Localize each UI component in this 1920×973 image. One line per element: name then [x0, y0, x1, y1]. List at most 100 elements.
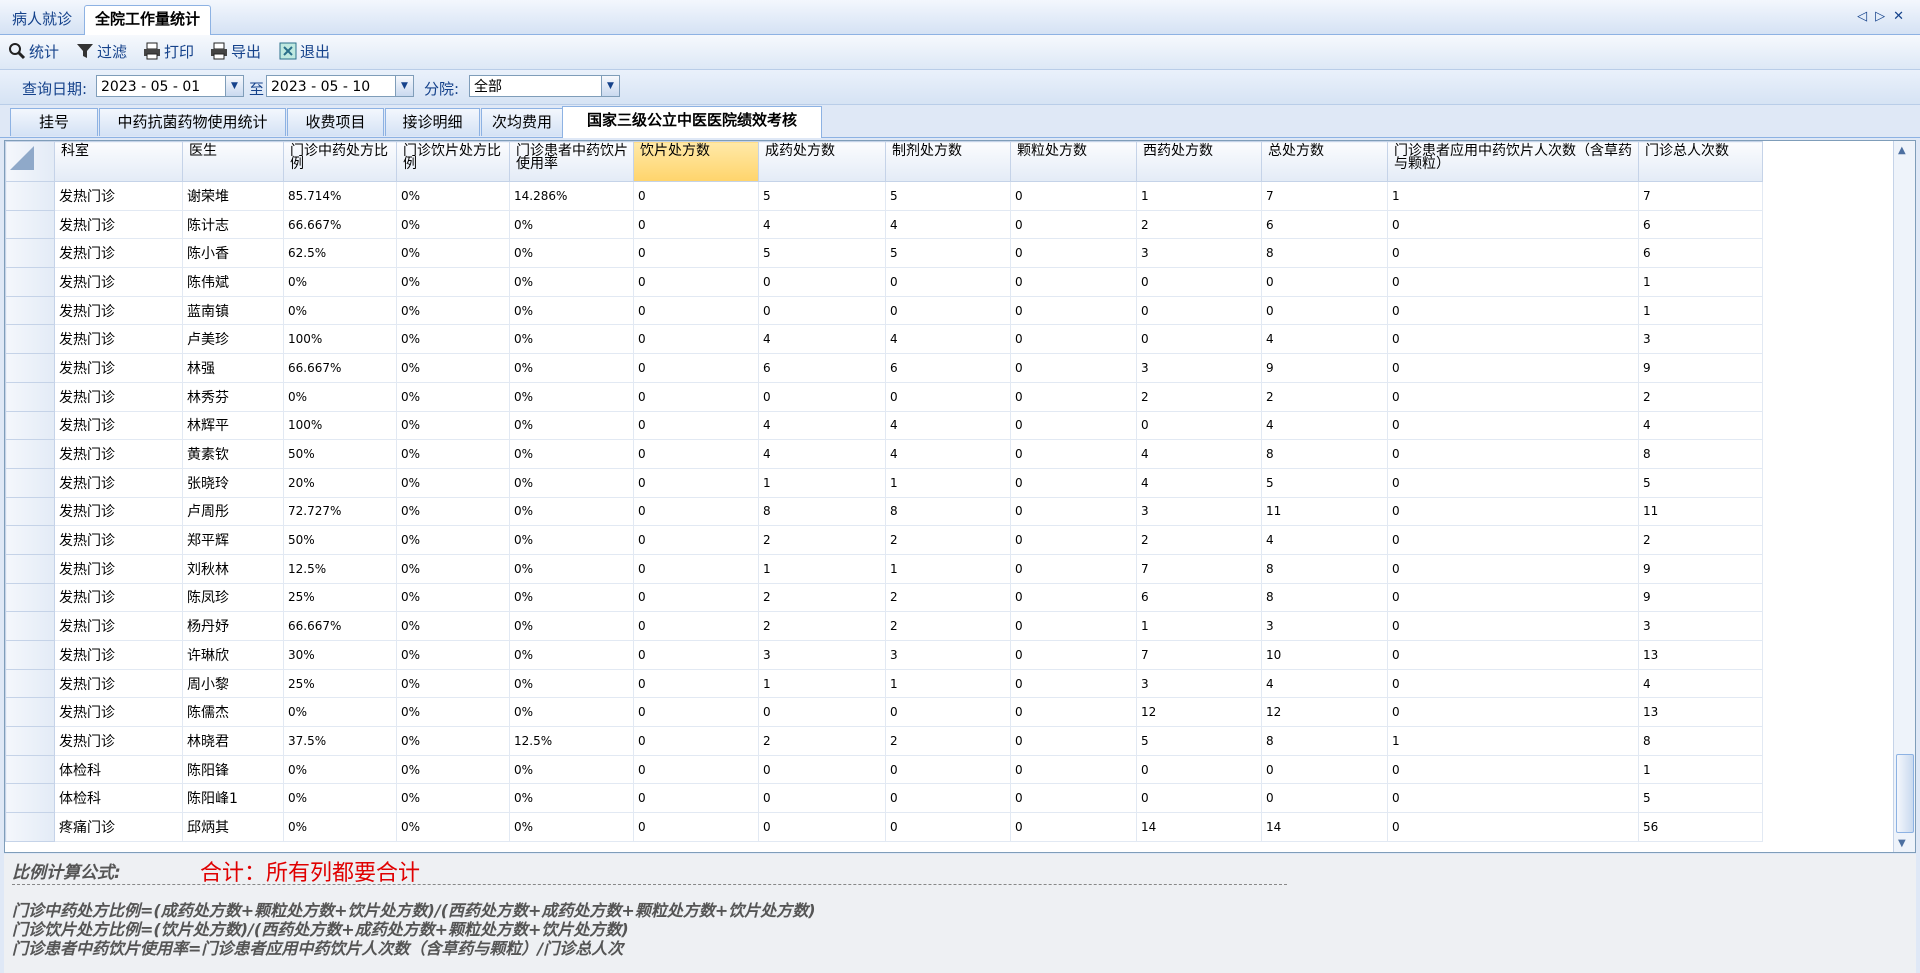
table-cell[interactable]: 2 [885, 611, 1011, 641]
table-row[interactable]: 疼痛门诊 邱炳其 0% 0% 0% 0 0 0 0 14 14 0 56 [5, 812, 1763, 842]
table-cell[interactable]: 0% [509, 267, 634, 297]
table-cell[interactable]: 体检科 [54, 783, 183, 814]
table-cell[interactable]: 0 [1010, 525, 1137, 555]
table-cell[interactable]: 0% [509, 553, 634, 584]
table-cell[interactable]: 0 [1010, 467, 1137, 498]
table-cell[interactable]: 3 [1136, 668, 1262, 699]
table-cell[interactable]: 0% [396, 726, 510, 756]
table-cell[interactable]: 0 [633, 611, 759, 641]
table-cell[interactable]: 发热门诊 [54, 726, 183, 756]
table-cell[interactable]: 0 [633, 267, 759, 297]
table-cell[interactable]: 8 [1261, 553, 1388, 584]
table-cell[interactable]: 0% [396, 381, 510, 412]
table-cell[interactable]: 0% [283, 812, 397, 842]
table-cell[interactable]: 0% [509, 410, 634, 441]
table-cell[interactable]: 7 [1261, 181, 1388, 211]
table-cell[interactable]: 0 [1136, 754, 1262, 785]
row-header[interactable] [5, 668, 55, 699]
table-cell[interactable]: 50% [283, 439, 397, 469]
table-cell[interactable]: 0 [1010, 582, 1137, 613]
table-cell[interactable]: 4 [1136, 467, 1262, 498]
table-cell[interactable]: 发热门诊 [54, 496, 183, 527]
table-cell[interactable]: 8 [1638, 726, 1763, 756]
table-cell[interactable]: 12 [1261, 697, 1388, 728]
table-cell[interactable]: 0 [633, 439, 759, 469]
chevron-down-icon[interactable]: ▼ [395, 76, 413, 96]
table-cell[interactable]: 0 [1387, 812, 1639, 842]
table-cell[interactable]: 0 [1387, 582, 1639, 613]
table-cell[interactable]: 1 [885, 668, 1011, 699]
table-cell[interactable]: 6 [885, 353, 1011, 383]
table-cell[interactable]: 0% [396, 209, 510, 240]
table-cell[interactable]: 66.667% [283, 209, 397, 240]
table-cell[interactable]: 4 [885, 439, 1011, 469]
column-header[interactable]: 门诊中药处方比例 [283, 141, 397, 182]
table-cell[interactable]: 2 [1136, 209, 1262, 240]
tab-hospital-workload[interactable]: 全院工作量统计 [84, 5, 212, 35]
table-cell[interactable]: 0 [1387, 209, 1639, 240]
table-cell[interactable]: 0% [509, 238, 634, 269]
row-header[interactable] [5, 640, 55, 670]
table-cell[interactable]: 6 [1261, 209, 1388, 240]
table-cell[interactable]: 6 [1638, 209, 1763, 240]
table-cell[interactable]: 0 [1010, 553, 1137, 584]
vertical-scrollbar[interactable]: ▲ ▼ [1893, 141, 1915, 852]
table-cell[interactable]: 林秀芬 [182, 381, 284, 412]
table-cell[interactable]: 0 [1387, 697, 1639, 728]
table-cell[interactable]: 1 [1638, 295, 1763, 326]
table-cell[interactable]: 1 [1136, 611, 1262, 641]
table-cell[interactable]: 发热门诊 [54, 181, 183, 211]
table-cell[interactable]: 0% [396, 353, 510, 383]
row-header[interactable] [5, 525, 55, 555]
table-cell[interactable]: 5 [885, 181, 1011, 211]
table-cell[interactable]: 9 [1638, 582, 1763, 613]
table-cell[interactable]: 0 [633, 181, 759, 211]
table-cell[interactable]: 发热门诊 [54, 668, 183, 699]
table-cell[interactable]: 0 [758, 754, 886, 785]
table-cell[interactable]: 林强 [182, 353, 284, 383]
table-cell[interactable]: 3 [1261, 611, 1388, 641]
table-row[interactable]: 发热门诊 陈凤珍 25% 0% 0% 0 2 2 0 6 8 0 9 [5, 582, 1763, 613]
table-cell[interactable]: 3 [885, 640, 1011, 670]
table-cell[interactable]: 5 [1638, 783, 1763, 814]
table-cell[interactable]: 0% [509, 353, 634, 383]
table-cell[interactable]: 陈小香 [182, 238, 284, 269]
table-cell[interactable]: 0 [633, 697, 759, 728]
table-cell[interactable]: 6 [758, 353, 886, 383]
table-cell[interactable]: 0 [633, 525, 759, 555]
table-cell[interactable]: 0% [509, 783, 634, 814]
table-row[interactable]: 发热门诊 蓝南镇 0% 0% 0% 0 0 0 0 0 0 0 1 [5, 295, 1763, 326]
table-cell[interactable]: 0% [509, 324, 634, 355]
table-cell[interactable]: 郑平辉 [182, 525, 284, 555]
table-cell[interactable]: 0 [633, 295, 759, 326]
column-header[interactable]: 门诊患者应用中药饮片人次数（含草药与颗粒） [1387, 141, 1639, 182]
column-header[interactable]: 门诊总人次数 [1638, 141, 1763, 182]
table-cell[interactable]: 3 [758, 640, 886, 670]
table-cell[interactable]: 0 [633, 381, 759, 412]
table-row[interactable]: 发热门诊 陈小香 62.5% 0% 0% 0 5 5 0 3 8 0 6 [5, 238, 1763, 269]
column-header[interactable]: 门诊患者中药饮片使用率 [509, 141, 634, 182]
table-cell[interactable]: 8 [1638, 439, 1763, 469]
table-cell[interactable]: 0 [1387, 295, 1639, 326]
table-cell[interactable]: 12 [1136, 697, 1262, 728]
table-cell[interactable]: 0% [509, 381, 634, 412]
tab-average-cost[interactable]: 次均费用 [481, 108, 563, 136]
table-cell[interactable]: 8 [1261, 238, 1388, 269]
table-cell[interactable]: 3 [1136, 353, 1262, 383]
table-cell[interactable]: 50% [283, 525, 397, 555]
table-cell[interactable]: 0 [633, 496, 759, 527]
table-cell[interactable]: 6 [1638, 238, 1763, 269]
tab-herbal-antibiotic-stats[interactable]: 中药抗菌药物使用统计 [99, 108, 286, 136]
table-cell[interactable]: 0 [1010, 381, 1137, 412]
table-cell[interactable]: 0 [1387, 439, 1639, 469]
row-header[interactable] [5, 381, 55, 412]
tab-visit-details[interactable]: 接诊明细 [385, 108, 480, 136]
table-cell[interactable]: 0 [633, 410, 759, 441]
table-cell[interactable]: 0 [633, 668, 759, 699]
table-row[interactable]: 体检科 陈阳锋 0% 0% 0% 0 0 0 0 0 0 0 1 [5, 754, 1763, 785]
table-cell[interactable]: 4 [1261, 410, 1388, 441]
table-cell[interactable]: 3 [1638, 324, 1763, 355]
table-cell[interactable]: 发热门诊 [54, 209, 183, 240]
table-cell[interactable]: 85.714% [283, 181, 397, 211]
table-cell[interactable]: 0 [1010, 324, 1137, 355]
